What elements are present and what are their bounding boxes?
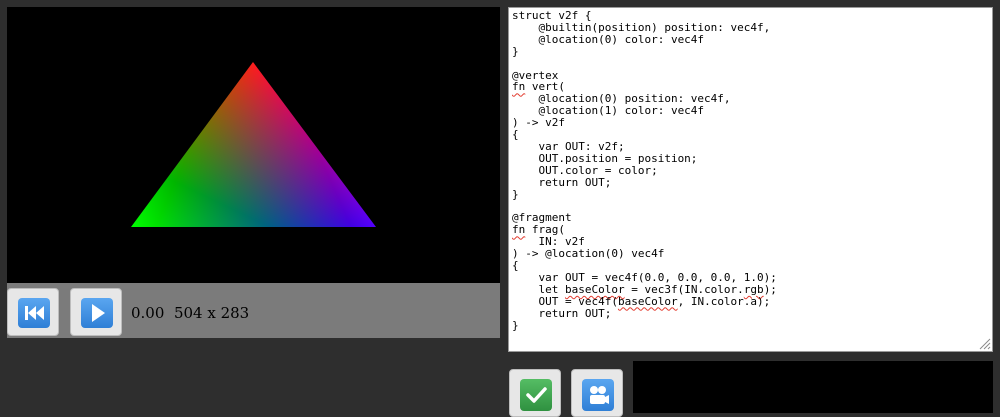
capture-button[interactable] xyxy=(571,369,623,417)
code-text: @location(0) color: vec4f xyxy=(512,32,705,46)
camera-user-icon xyxy=(582,379,614,411)
code-line: ) -> v2f xyxy=(512,117,777,129)
rewind-to-start-icon xyxy=(18,298,50,328)
resize-grip-icon[interactable] xyxy=(977,336,991,350)
play-button[interactable] xyxy=(70,288,122,336)
code-text: return OUT; xyxy=(512,175,612,189)
code-line: } xyxy=(512,187,777,201)
code-line: ) -> @location(0) vec4f xyxy=(512,248,777,260)
play-icon xyxy=(81,298,113,328)
code-line: @location(0) color: vec4f xyxy=(512,32,777,46)
code-text: return OUT; xyxy=(512,306,612,320)
shader-code[interactable]: struct v2f { @builtin(position) position… xyxy=(512,10,777,331)
status-readout: 0.00 504 x 283 xyxy=(131,304,249,322)
playback-controls: 0.00 504 x 283 xyxy=(7,283,500,338)
code-text: ) -> v2f xyxy=(512,116,565,130)
code-line: return OUT; xyxy=(512,306,777,320)
rgb-triangle xyxy=(131,62,376,227)
shader-editor[interactable]: struct v2f { @builtin(position) position… xyxy=(508,7,993,352)
render-canvas[interactable] xyxy=(7,7,500,283)
code-line: } xyxy=(512,44,777,58)
code-text: } xyxy=(512,187,519,201)
code-text: } xyxy=(512,318,519,332)
spellcheck-word: baseColor xyxy=(617,294,678,308)
resolution-readout: 504 x 283 xyxy=(173,304,250,322)
time-readout: 0.00 xyxy=(131,304,165,322)
checkmark-icon xyxy=(520,379,552,411)
apply-button[interactable] xyxy=(509,369,561,417)
code-text: } xyxy=(512,44,519,58)
preview-output xyxy=(633,361,993,413)
code-line: } xyxy=(512,318,777,332)
code-text: , IN.color.a); xyxy=(677,294,771,308)
code-line: return OUT; xyxy=(512,175,777,189)
code-text: ) -> @location(0) vec4f xyxy=(512,247,665,261)
rewind-button[interactable] xyxy=(7,288,59,336)
